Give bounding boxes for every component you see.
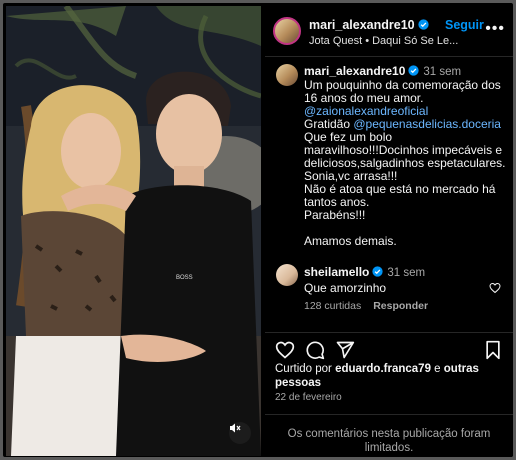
liked-by-prefix: Curtido por [275, 363, 332, 375]
comment-likes[interactable]: 128 curtidas [304, 300, 361, 312]
liked-by: Curtido por eduardo.franca79 e outras pe… [275, 362, 505, 390]
music-artist: Jota Quest [309, 35, 363, 47]
caption-text: Amamos demais. [304, 234, 397, 248]
author-username[interactable]: mari_alexandre10 [309, 18, 415, 32]
author-avatar[interactable] [273, 17, 301, 45]
post-sidebar: mari_alexandre10 Seguir ••• Jota Quest • D… [265, 6, 513, 457]
bookmark-icon[interactable] [483, 340, 503, 360]
mention-link[interactable]: @pequenasdelicias.doceria [353, 117, 501, 131]
follow-button[interactable]: Seguir [445, 18, 484, 32]
share-icon[interactable] [335, 340, 355, 360]
caption-body: mari_alexandre10 31 sem Um pouquinho da c… [304, 65, 509, 248]
reply-button[interactable]: Responder [373, 300, 428, 312]
comment-text: Que amorzinho [304, 281, 387, 295]
caption-username[interactable]: mari_alexandre10 [304, 64, 405, 78]
comment-heart-icon[interactable] [489, 282, 501, 294]
caption-text: Gratidão [304, 117, 351, 131]
commenter-avatar[interactable] [276, 264, 298, 286]
commenter-username[interactable]: sheilamello [304, 265, 369, 279]
post-modal: BOSS mari_alexandre10 Seguir ••• Jota Qu… [3, 3, 513, 457]
comment-body: sheilamello 31 sem Que amorzinho [304, 265, 425, 296]
music-separator: • [365, 35, 370, 47]
photo-illustration: BOSS [6, 6, 261, 456]
post-header: mari_alexandre10 Seguir ••• Jota Quest • D… [265, 6, 513, 57]
post-photo[interactable]: BOSS [6, 6, 261, 456]
verified-badge-icon [408, 65, 420, 76]
liked-by-middle: e [434, 363, 441, 375]
comment-meta: 128 curtidas Responder [304, 300, 440, 312]
comments-limited-notice: Os comentários nesta publicação foram li… [265, 414, 513, 457]
author-row: mari_alexandre10 [309, 18, 429, 32]
music-song: Daqui Só Se Le... [372, 35, 459, 47]
muted-speaker-icon [230, 423, 241, 433]
music-info[interactable]: Jota Quest • Daqui Só Se Le... [309, 35, 499, 47]
liked-by-user[interactable]: eduardo.franca79 [335, 363, 431, 375]
verified-badge-icon [418, 19, 429, 30]
svg-text:BOSS: BOSS [176, 275, 193, 281]
caption-time[interactable]: 31 sem [423, 66, 461, 78]
comment-time[interactable]: 31 sem [387, 267, 425, 279]
heart-icon[interactable] [275, 340, 295, 360]
verified-badge-icon [372, 266, 384, 277]
post-date[interactable]: 22 de fevereiro [275, 392, 342, 403]
caption-avatar[interactable] [276, 64, 298, 86]
caption-text: Parabéns!!! [304, 208, 366, 222]
mute-button[interactable] [229, 422, 251, 444]
comment-icon[interactable] [305, 340, 325, 360]
